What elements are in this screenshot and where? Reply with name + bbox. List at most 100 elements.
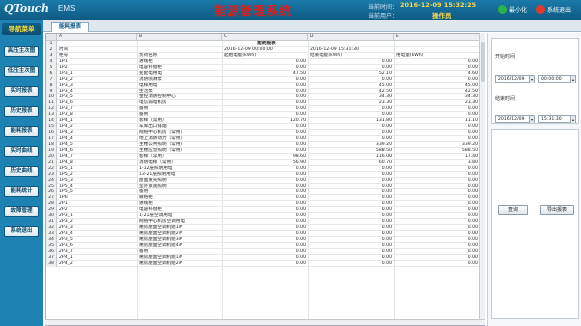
load-name-cell: 客梯（常用） (139, 118, 167, 124)
load-name-cell: 电容补偿柜 (139, 207, 162, 213)
time-range-group: 开始时间 2016/12/09 ▾ 00:00:00 ▴ 结束时间 2016/1… (491, 38, 579, 124)
load-name-cell: 室外景观照明 (139, 183, 167, 189)
spin-icon[interactable]: ▴ (570, 116, 575, 123)
sheet-rows: 1 能耗报表 2 时间 2016-12-09 00:00:00 2016-12-… (46, 41, 484, 267)
cabinet-cell: 1P3_5 (59, 94, 73, 100)
end-time-cell: 2016-12-09 15:31:30 (310, 46, 359, 52)
start-energy-cell: 0.00 (295, 177, 306, 183)
nav-item-fault-manage[interactable]: 故障管理 (4, 206, 39, 217)
column-header-a[interactable]: A (57, 34, 137, 41)
column-header-d[interactable]: D (308, 34, 394, 41)
end-time-picker[interactable]: 15:31:30 ▴ (538, 115, 576, 123)
load-name-cell: 电信弱电机房 (139, 100, 167, 106)
nav-item-system-exit[interactable]: 系统退出 (4, 226, 39, 237)
minimize-label: 最小化 (509, 7, 528, 14)
cabinet-cell: 2P2 (59, 207, 68, 213)
end-date-picker[interactable]: 2016/12/09 ▾ (495, 115, 535, 123)
cabinet-cell: 1P6 (59, 195, 68, 201)
end-energy-cell: 0.00 (381, 260, 392, 266)
nav-item-high-voltage[interactable]: 高压主次图 (4, 46, 39, 57)
end-time-label: 结束时间 (495, 96, 516, 102)
report-spreadsheet[interactable]: A B C D E 1 能耗报表 2 时间 2016-12-09 00:00:0… (45, 33, 485, 326)
calendar-dropdown-icon[interactable]: ▾ (529, 76, 534, 83)
end-energy-cell: 0.00 (381, 183, 392, 189)
minimize-button[interactable]: 最小化 (498, 4, 527, 15)
header-start-energy: 起始电能(kWh) (224, 52, 257, 58)
usage-cell: 34.30 (464, 94, 478, 100)
nav-item-realtime-curve[interactable]: 实时曲线 (4, 146, 39, 157)
tab-energy-report[interactable]: 能耗报表 (51, 22, 89, 32)
usage-cell: 23.30 (464, 100, 478, 106)
horizontal-scrollbar[interactable] (45, 319, 485, 325)
end-energy-cell: 0.00 (381, 207, 392, 213)
header-cabinet: 柜号 (59, 52, 69, 58)
usage-cell: 0.00 (467, 260, 478, 266)
usage-cell: 0.00 (467, 236, 478, 242)
end-energy-cell: 0.00 (381, 130, 392, 136)
cabinet-cell: 1P3_2 (59, 76, 73, 82)
start-energy-cell: 0.00 (295, 207, 306, 213)
cabinet-cell: 2P3_2 (59, 219, 73, 225)
usage-cell: 0.00 (467, 201, 478, 207)
nav-item-low-voltage[interactable]: 低压主次图 (4, 66, 39, 77)
query-button[interactable]: 查询 (498, 205, 528, 215)
column-header-b[interactable]: B (137, 34, 222, 41)
start-energy-cell: 0.00 (295, 58, 306, 64)
usage-cell: 0.00 (467, 106, 478, 112)
exit-button[interactable]: 系统退出 (536, 4, 571, 15)
end-energy-cell: 23.30 (378, 100, 392, 106)
start-date-picker[interactable]: 2016/12/09 ▾ (495, 75, 535, 83)
end-energy-cell: 0.00 (381, 177, 392, 183)
header-usage: 用电量(kWh) (396, 52, 424, 58)
calendar-dropdown-icon[interactable]: ▾ (529, 116, 534, 123)
cabinet-cell: 2P3_1 (59, 213, 73, 219)
vertical-scrollbar[interactable] (479, 33, 485, 319)
start-energy-cell: 0.00 (295, 147, 306, 153)
column-header-e[interactable]: E (394, 34, 484, 41)
report-title: 能耗报表 (257, 41, 276, 46)
end-energy-cell: 0.00 (381, 124, 392, 130)
nav-item-realtime-report[interactable]: 实时报表 (4, 86, 39, 97)
start-energy-cell: 47.50 (292, 70, 306, 76)
usage-cell: 0.00 (467, 136, 478, 141)
load-name-cell: 生活泵 (139, 88, 153, 94)
cabinet-cell: 1P5_4 (59, 183, 73, 189)
nav-item-history-report[interactable]: 历史报表 (4, 106, 39, 117)
cabinet-cell: 1P3_6 (59, 100, 73, 106)
exit-label: 系统退出 (547, 7, 572, 14)
cabinet-cell: 1P4_2 (59, 124, 73, 130)
nav-item-energy-stats[interactable]: 能耗统计 (4, 186, 39, 197)
load-name-cell: 进线柜 (139, 201, 153, 207)
nav-item-history-curve[interactable]: 历史曲线 (4, 166, 39, 177)
sidebar: 导航菜单 高压主次图 低压主次图 实时报表 历史报表 能耗报表 实时曲线 历史曲… (0, 20, 43, 326)
column-header-c[interactable]: C (222, 34, 308, 41)
end-energy-cell: 0.00 (381, 76, 392, 82)
cabinet-cell: 1P1 (59, 58, 68, 64)
end-energy-cell: 0.00 (381, 106, 392, 112)
load-name-cell: 主楼应急照明（常用） (139, 147, 185, 153)
start-energy-cell: 0.00 (295, 100, 306, 106)
load-name-cell: 备用 (139, 112, 149, 118)
usage-cell: 0.00 (467, 219, 478, 225)
usage-cell: 0.00 (467, 242, 478, 248)
load-name-cell: 裙房屋面空调机组4# (139, 242, 183, 248)
load-name-cell: 裙房屋面空调机组1# (139, 225, 183, 231)
time-label: 时间 (59, 46, 69, 52)
spin-icon[interactable]: ▴ (570, 76, 575, 83)
cabinet-cell: 1P5_3 (59, 177, 73, 183)
usage-cell: 17.40 (464, 153, 478, 159)
end-energy-cell: 0.00 (381, 165, 392, 171)
usage-cell: 3.80 (467, 159, 478, 165)
nav-title: 导航菜单 (2, 23, 41, 35)
export-report-button[interactable]: 导出报表 (540, 205, 574, 215)
end-energy-cell: 34.30 (378, 94, 392, 100)
start-energy-cell: 0.00 (295, 189, 306, 195)
scroll-thumb[interactable] (481, 42, 485, 82)
table-row[interactable]: 38 2P4_2 裙房屋面空调机组2# 0.00 0.00 0.00 (46, 260, 484, 267)
tab-strip: 能耗报表 (43, 20, 581, 32)
start-time-picker[interactable]: 00:00:00 ▴ (538, 75, 576, 83)
start-energy-cell: 0.00 (295, 136, 306, 141)
nav-item-energy-report[interactable]: 能耗报表 (4, 126, 39, 137)
start-energy-cell: 0.00 (295, 236, 306, 242)
app-logo-sub: EMS (58, 4, 76, 13)
